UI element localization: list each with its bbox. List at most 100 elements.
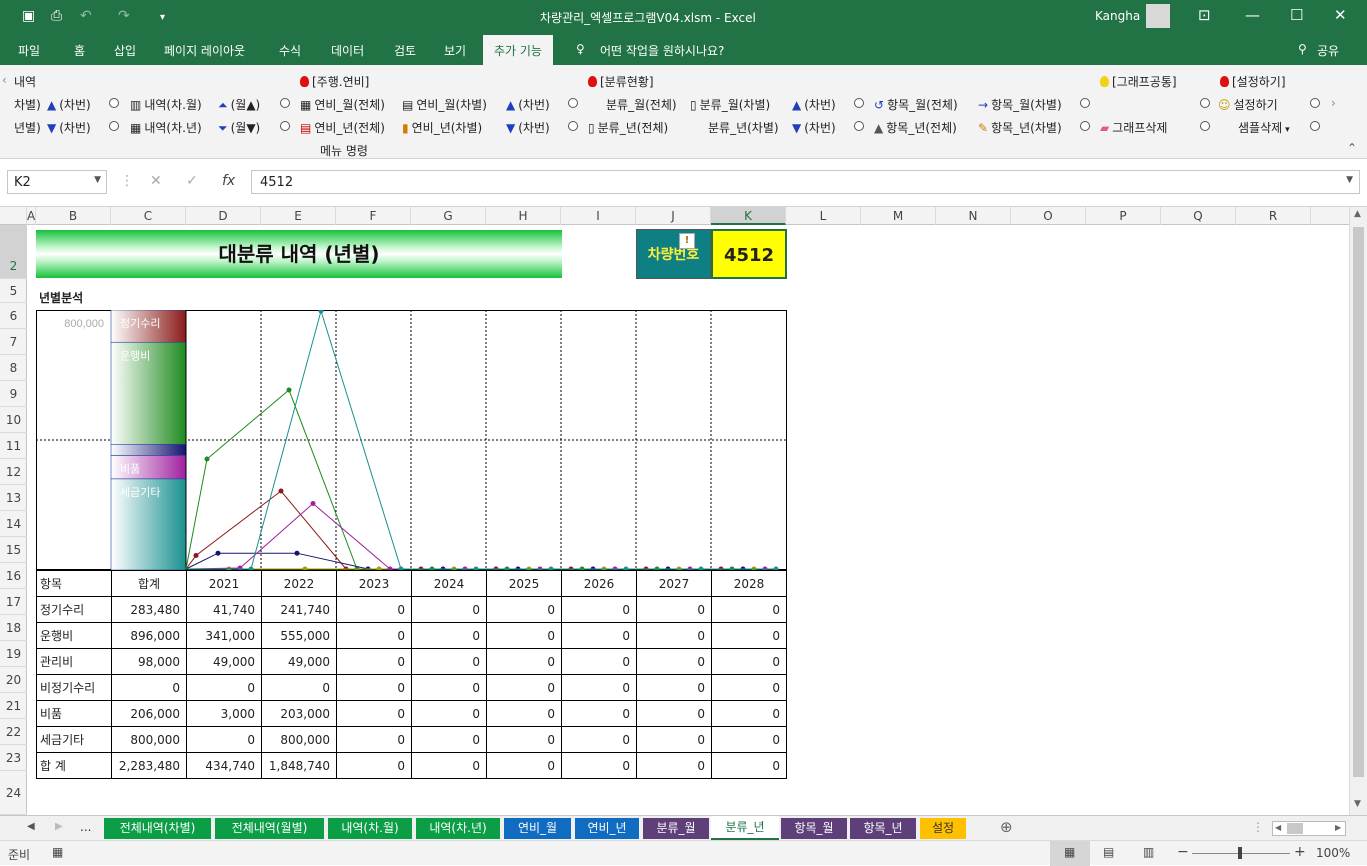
btn-car-no-3[interactable]: ▲ (차번) xyxy=(792,96,836,113)
vertical-scrollbar[interactable]: ▲ ▼ xyxy=(1349,207,1367,815)
table-cell[interactable]: 0 xyxy=(561,726,637,753)
table-cell[interactable]: 0 xyxy=(636,752,712,779)
table-cell[interactable]: 0 xyxy=(711,622,787,649)
btn-delete-graph[interactable]: ▰ 그래프삭제 xyxy=(1100,119,1167,136)
avatar[interactable] xyxy=(1146,4,1170,28)
zoom-level[interactable]: 100% xyxy=(1316,846,1350,860)
radio-13[interactable] xyxy=(1200,121,1210,131)
table-cell[interactable]: 0 xyxy=(411,596,487,623)
table-cell[interactable]: 0 xyxy=(411,726,487,753)
hscroll-thumb[interactable] xyxy=(1287,823,1303,834)
table-cell[interactable]: 206,000 xyxy=(111,700,187,727)
table-cell[interactable]: 0 xyxy=(561,596,637,623)
row-header[interactable]: 17 xyxy=(0,589,27,615)
btn-car-no-5[interactable]: ▼ (차번) xyxy=(506,119,550,136)
header-cell[interactable]: 2022 xyxy=(261,570,337,597)
header-cell[interactable]: 2025 xyxy=(486,570,562,597)
btn-history-car-month[interactable]: ▥ 내역(차.월) xyxy=(130,96,202,113)
sheet-tab[interactable]: 항목_월 xyxy=(781,818,847,839)
col-header-selected[interactable]: K xyxy=(711,207,786,225)
btn-car-no-2[interactable]: ▲ (차번) xyxy=(506,96,550,113)
table-cell[interactable]: 비정기수리 xyxy=(36,674,112,701)
col-header[interactable]: F xyxy=(336,207,411,225)
header-cell[interactable]: 2024 xyxy=(411,570,487,597)
col-header[interactable]: B xyxy=(36,207,111,225)
col-header[interactable]: P xyxy=(1086,207,1161,225)
col-header[interactable]: R xyxy=(1236,207,1311,225)
col-header[interactable]: C xyxy=(111,207,186,225)
btn-fuel-year-all[interactable]: ▤ 연비_년(전체) xyxy=(300,119,385,136)
table-cell[interactable]: 0 xyxy=(636,596,712,623)
col-header[interactable]: E xyxy=(261,207,336,225)
row-header[interactable]: 24 xyxy=(0,771,27,815)
header-cell[interactable]: 2027 xyxy=(636,570,712,597)
col-header[interactable]: Q xyxy=(1161,207,1236,225)
btn-history-by-year[interactable]: 년별) xyxy=(14,119,41,136)
row-header[interactable]: 18 xyxy=(0,615,27,641)
row-header[interactable]: 7 xyxy=(0,329,27,355)
table-cell[interactable]: 800,000 xyxy=(261,726,337,753)
radio-7[interactable] xyxy=(1310,98,1320,108)
row-header[interactable]: 10 xyxy=(0,407,27,433)
scroll-down-icon[interactable]: ▼ xyxy=(1354,799,1361,809)
table-cell[interactable]: 0 xyxy=(336,726,412,753)
btn-item-month-car[interactable]: → 항목_월(차별) xyxy=(978,96,1062,113)
col-header[interactable]: M xyxy=(861,207,936,225)
row-header-selected[interactable]: 2 xyxy=(0,225,27,279)
table-cell[interactable]: 203,000 xyxy=(261,700,337,727)
table-cell[interactable]: 0 xyxy=(561,622,637,649)
row-header[interactable]: 12 xyxy=(0,459,27,485)
table-cell[interactable]: 98,000 xyxy=(111,648,187,675)
scroll-up-icon[interactable]: ▲ xyxy=(1354,209,1361,219)
tab-add-ins[interactable]: 추가 기능 xyxy=(483,35,553,66)
col-header[interactable]: I xyxy=(561,207,636,225)
table-cell[interactable]: 0 xyxy=(411,622,487,649)
next-sheet-icon[interactable]: ▶ xyxy=(55,821,63,832)
table-cell[interactable]: 0 xyxy=(411,674,487,701)
table-cell[interactable]: 0 xyxy=(111,674,187,701)
undo-icon[interactable]: ↶ xyxy=(80,8,92,24)
col-header[interactable]: N xyxy=(936,207,1011,225)
btn-fuel-month-car[interactable]: ▤ 연비_월(차별) xyxy=(402,96,487,113)
tab-file[interactable]: 파일 xyxy=(18,42,40,59)
header-cell[interactable]: 2021 xyxy=(186,570,262,597)
table-cell[interactable]: 0 xyxy=(711,726,787,753)
table-cell[interactable]: 0 xyxy=(486,674,562,701)
ribbon-display-icon[interactable]: ⊡ xyxy=(1198,6,1211,24)
table-cell[interactable]: 관리비 xyxy=(36,648,112,675)
row-header[interactable]: 21 xyxy=(0,693,27,719)
table-cell[interactable]: 0 xyxy=(636,622,712,649)
header-cell[interactable]: 합계 xyxy=(111,570,187,597)
tell-me-search[interactable]: 어떤 작업을 원하시나요? xyxy=(600,42,724,59)
table-cell[interactable]: 0 xyxy=(411,752,487,779)
header-cell[interactable]: 2023 xyxy=(336,570,412,597)
table-cell[interactable]: 2,283,480 xyxy=(111,752,187,779)
table-cell[interactable]: 283,480 xyxy=(111,596,187,623)
close-icon[interactable]: ✕ xyxy=(1334,6,1347,24)
table-cell[interactable]: 0 xyxy=(336,622,412,649)
enter-icon[interactable]: ✓ xyxy=(186,173,198,189)
table-cell[interactable]: 0 xyxy=(411,648,487,675)
table-cell[interactable]: 0 xyxy=(561,648,637,675)
sheet-tab[interactable]: 내역(차.월) xyxy=(328,818,412,839)
table-cell[interactable]: 0 xyxy=(186,674,262,701)
btn-fuel-year-car[interactable]: ▮ 연비_년(차별) xyxy=(402,119,482,136)
table-cell[interactable]: 0 xyxy=(261,674,337,701)
btn-history-by-car[interactable]: 차별) xyxy=(14,96,41,113)
table-cell[interactable]: 0 xyxy=(711,752,787,779)
sheet-tab[interactable]: 설정 xyxy=(920,818,966,839)
radio-12[interactable] xyxy=(1080,121,1090,131)
horizontal-scrollbar[interactable]: ◀ ▶ xyxy=(1272,821,1346,836)
table-cell[interactable]: 0 xyxy=(486,622,562,649)
radio-2[interactable] xyxy=(280,98,290,108)
page-break-view-icon[interactable]: ▥ xyxy=(1143,845,1154,859)
sheet-tab[interactable]: 전체내역(월별) xyxy=(215,818,324,839)
customize-qat-icon[interactable]: ▾ xyxy=(160,12,165,23)
radio-3[interactable] xyxy=(568,98,578,108)
btn-category-year-car[interactable]: 분류_년(차별) xyxy=(708,119,779,136)
col-header[interactable]: G xyxy=(411,207,486,225)
col-header[interactable]: A xyxy=(27,207,36,225)
prev-sheet-icon[interactable]: ◀ xyxy=(27,821,35,832)
header-cell[interactable]: 항목 xyxy=(36,570,112,597)
row-header[interactable]: 11 xyxy=(0,433,27,459)
